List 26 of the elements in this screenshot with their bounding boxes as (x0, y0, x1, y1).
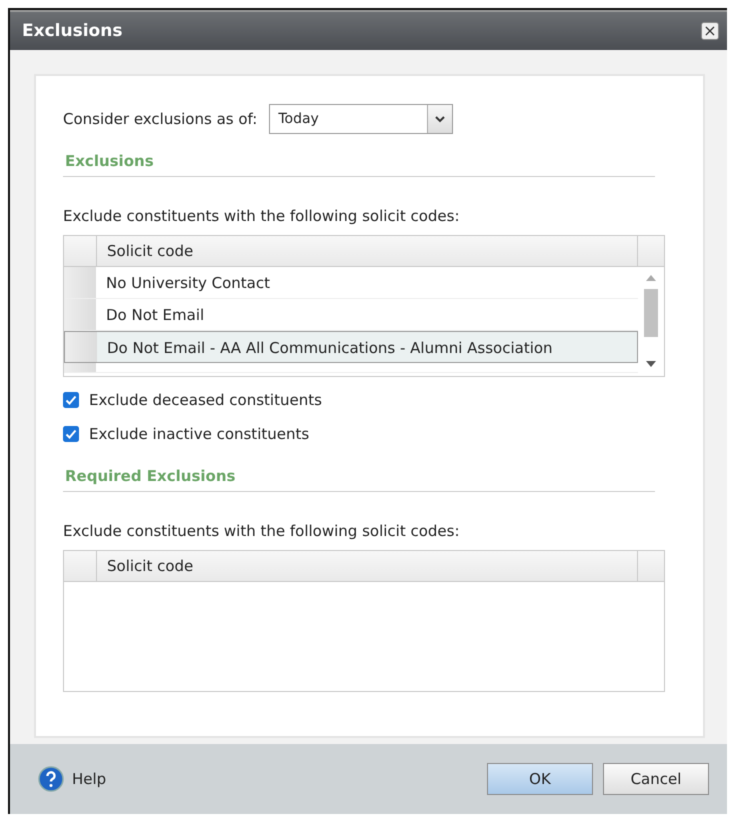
table-row[interactable]: Do Not Email - AA All Communications - Alumni Association (64, 331, 638, 363)
checkbox[interactable] (63, 392, 79, 408)
section-heading: Required Exclusions (63, 467, 655, 492)
table-row[interactable]: No University Contact (64, 267, 638, 299)
instruction-text: Exclude constituents with the following solicit codes: (63, 207, 461, 225)
table-cell-text: No University Contact (105, 273, 271, 294)
help-icon[interactable] (38, 766, 64, 792)
section-heading: Exclusions (63, 152, 655, 177)
field-label: Consider exclusions as of: (63, 110, 258, 128)
row-header[interactable] (64, 299, 96, 330)
row-header[interactable] (64, 363, 96, 372)
table-cell-text: Do Not Email (105, 305, 206, 326)
help-link[interactable]: Help (72, 770, 106, 788)
row-header[interactable] (64, 267, 96, 298)
chevron-down-icon (435, 116, 446, 122)
checkbox-label[interactable]: Exclude inactive constituents (89, 425, 310, 443)
dialog-button[interactable]: OK (487, 763, 593, 795)
instruction-text: Exclude constituents with the following solicit codes: (63, 522, 461, 540)
checkbox[interactable] (63, 426, 79, 442)
window-title: Exclusions (22, 21, 122, 41)
date-dropdown[interactable]: Today (269, 104, 454, 134)
row-header[interactable] (65, 332, 97, 362)
checkbox-label[interactable]: Exclude deceased constituents (89, 391, 322, 409)
close-button[interactable]: × (701, 22, 719, 40)
dialog-button[interactable]: Cancel (603, 763, 709, 795)
table-cell-text: Do Not Email - AA All Communications - Alumni Association (106, 338, 554, 359)
